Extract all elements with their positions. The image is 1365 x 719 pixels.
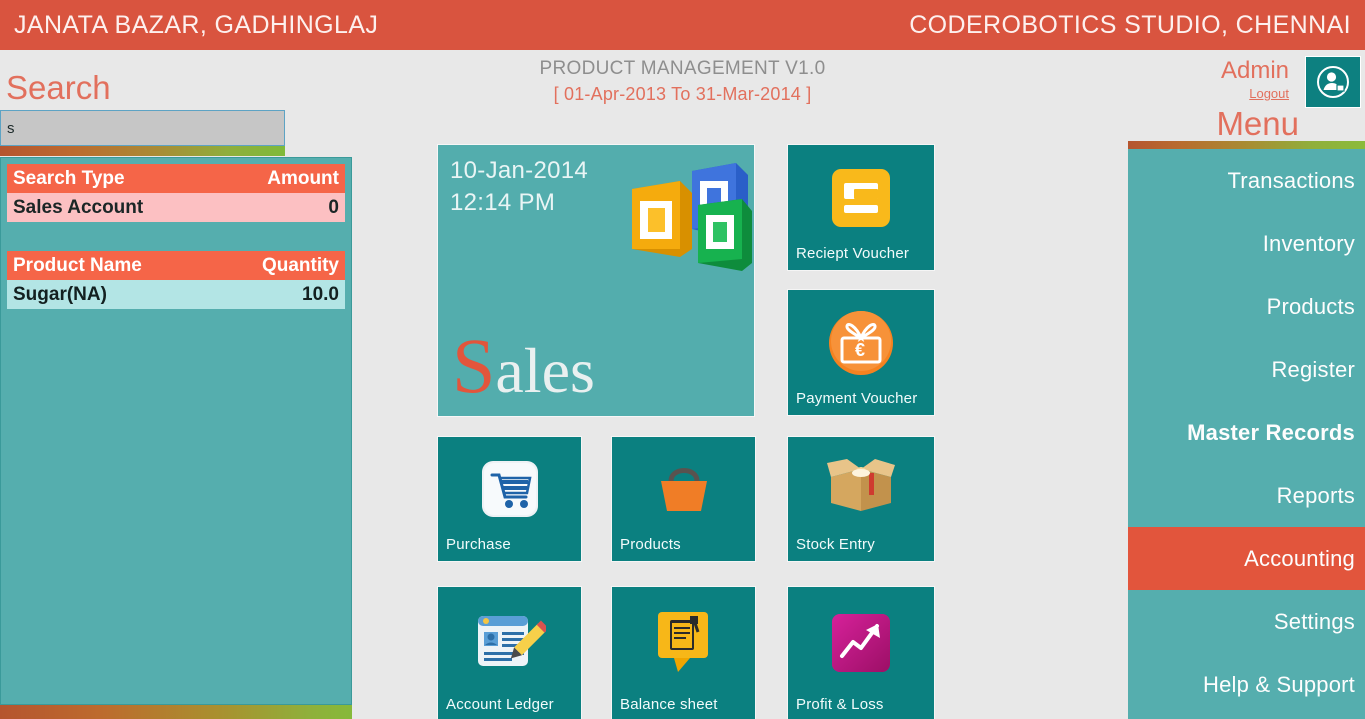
table-header-row: Search Type Amount — [7, 164, 345, 193]
header-product-name: Product Name — [7, 251, 176, 280]
header-quantity: Quantity — [176, 251, 345, 280]
menu-list: Transactions Inventory Products Register… — [1128, 149, 1365, 716]
menu-item-reports[interactable]: Reports — [1128, 464, 1365, 527]
menu-item-register[interactable]: Register — [1128, 338, 1365, 401]
tile-profit-loss[interactable]: Profit & Loss — [788, 587, 934, 719]
tile-label: Products — [620, 536, 681, 553]
admin-username: Admin — [1220, 57, 1289, 84]
sales-datetime: 10-Jan-2014 12:14 PM — [450, 155, 588, 219]
current-date: 10-Jan-2014 — [450, 157, 589, 184]
menu-item-label: Reports — [1276, 482, 1355, 508]
menu-item-label: Settings — [1273, 608, 1355, 634]
tile-label: Account Ledger — [446, 696, 554, 713]
tile-label: Stock Entry — [796, 536, 875, 553]
header-search-type: Search Type — [7, 164, 176, 193]
menu-item-label: Inventory — [1262, 230, 1355, 256]
tile-label: Purchase — [446, 536, 511, 553]
voucher-card-icon — [832, 168, 890, 227]
ledger-card-pencil-icon — [477, 616, 546, 667]
open-box-icon — [827, 459, 895, 512]
ms-office-squares-icon — [632, 163, 752, 271]
menu-panel-title: Menu — [1216, 105, 1299, 142]
sales-word-capital: S — [452, 322, 496, 409]
app-heading: PRODUCT MANAGEMENT V1.0 [ 01-Apr-2013 To… — [0, 56, 1365, 106]
application-window: JANATA BAZAR, GADHINGLAJ CODEROBOTICS ST… — [0, 0, 1365, 719]
search-divider-gradient — [0, 146, 285, 156]
logout-link[interactable]: Logout — [1221, 86, 1289, 102]
tile-label: Profit & Loss — [796, 696, 884, 713]
tile-reciept-voucher[interactable]: Reciept Voucher — [788, 145, 934, 270]
tile-payment-voucher[interactable]: € Payment Voucher — [788, 290, 934, 415]
notepad-bubble-icon — [657, 612, 708, 673]
svg-text:€: € — [855, 340, 865, 360]
menu-item-settings[interactable]: Settings — [1128, 590, 1365, 653]
menu-item-label: Help & Support — [1203, 671, 1355, 697]
menu-item-inventory[interactable]: Inventory — [1128, 212, 1365, 275]
tile-products[interactable]: Products — [612, 437, 755, 561]
financial-period-range: [ 01-Apr-2013 To 31-Mar-2014 ] — [553, 84, 812, 104]
user-profile-icon — [1317, 66, 1349, 98]
search-results-panel: Search Type Amount Sales Account 0 Produ… — [0, 157, 352, 705]
trend-arrow-icon — [832, 614, 890, 673]
row-spacer — [7, 222, 345, 251]
tile-label: Reciept Voucher — [796, 245, 910, 262]
gift-euro-icon: € — [829, 310, 893, 375]
current-time: 12:14 PM — [450, 189, 556, 216]
menu-top-gradient — [1128, 141, 1365, 149]
tile-balance-sheet[interactable]: Balance sheet — [612, 587, 755, 719]
table-header-row: Product Name Quantity — [7, 251, 345, 280]
company-title-right: CODEROBOTICS STUDIO, CHENNAI — [909, 10, 1351, 39]
table-row[interactable]: Sales Account 0 — [7, 193, 345, 222]
menu-item-master-records[interactable]: Master Records — [1128, 401, 1365, 464]
tile-stock-entry[interactable]: Stock Entry — [788, 437, 934, 561]
tile-sales[interactable]: 10-Jan-2014 12:14 PM Sales — [438, 145, 754, 416]
menu-item-label: Accounting — [1244, 545, 1355, 571]
search-box-wrapper — [0, 110, 285, 156]
shopping-cart-icon — [481, 461, 538, 518]
menu-item-accounting[interactable]: Accounting — [1128, 527, 1365, 590]
sales-word-rest: ales — [495, 335, 595, 406]
menu-item-transactions[interactable]: Transactions — [1128, 149, 1365, 212]
tile-label: Balance sheet — [620, 696, 718, 713]
left-panel-bottom-gradient — [0, 705, 352, 719]
table-row[interactable]: Sugar(NA) 10.0 — [7, 280, 345, 309]
search-results-table: Search Type Amount Sales Account 0 Produ… — [7, 164, 345, 309]
shopping-basket-icon — [660, 468, 707, 512]
row-product-quantity: 10.0 — [176, 280, 345, 309]
tile-account-ledger[interactable]: Account Ledger — [438, 587, 581, 719]
menu-item-label: Master Records — [1187, 419, 1355, 445]
sales-word: Sales — [452, 327, 595, 406]
tile-label: Payment Voucher — [796, 390, 918, 407]
menu-panel: Transactions Inventory Products Register… — [1128, 141, 1365, 719]
top-header-bar: JANATA BAZAR, GADHINGLAJ CODEROBOTICS ST… — [0, 0, 1365, 50]
avatar[interactable] — [1305, 56, 1361, 108]
menu-item-label: Transactions — [1227, 167, 1355, 193]
search-input[interactable] — [0, 110, 285, 146]
menu-item-label: Register — [1271, 356, 1355, 382]
row-account-amount: 0 — [176, 193, 345, 222]
header-amount: Amount — [176, 164, 345, 193]
row-account-name: Sales Account — [7, 193, 176, 222]
menu-item-help-support[interactable]: Help & Support — [1128, 653, 1365, 716]
row-product-name: Sugar(NA) — [7, 280, 176, 309]
menu-item-products[interactable]: Products — [1128, 275, 1365, 338]
admin-user-block: Admin Logout — [1221, 58, 1289, 102]
tile-purchase[interactable]: Purchase — [438, 437, 581, 561]
company-title-left: JANATA BAZAR, GADHINGLAJ — [14, 10, 379, 39]
search-panel-title: Search — [6, 69, 111, 106]
menu-item-label: Products — [1266, 293, 1355, 319]
page-title: PRODUCT MANAGEMENT V1.0 — [539, 58, 826, 79]
